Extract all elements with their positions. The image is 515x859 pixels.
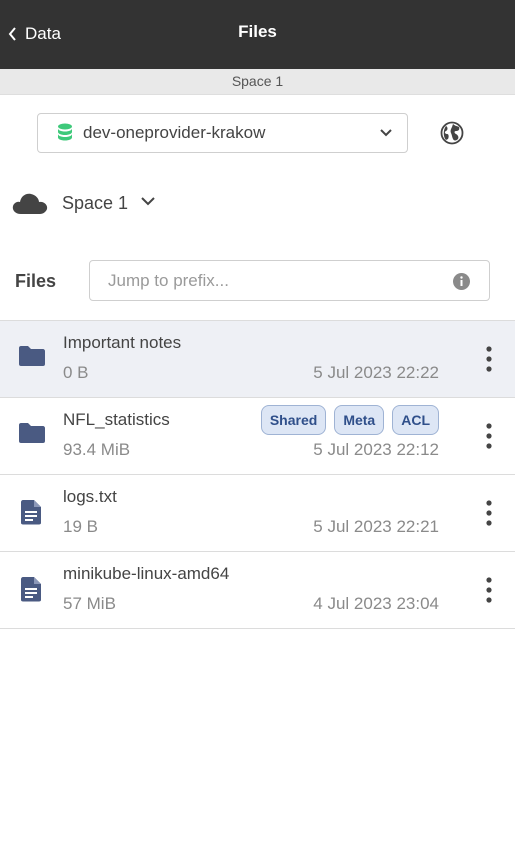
acl-tag[interactable]: ACL [392,405,439,435]
more-options-icon[interactable] [479,422,499,450]
file-name: Important notes [63,333,182,352]
file-tags: Shared Meta ACL [260,405,439,435]
file-row[interactable]: minikube-linux-amd64 57 MiB 4 Jul 2023 2… [0,551,515,629]
chevron-down-icon [379,126,393,140]
provider-label: dev-oneprovider-krakow [83,123,266,142]
meta-tag[interactable]: Meta [334,405,385,435]
top-bar: Data Files [0,0,515,69]
file-row[interactable]: logs.txt 19 B 5 Jul 2023 22:21 [0,474,515,551]
files-heading: Files [15,271,57,291]
file-size: 93.4 MiB [63,440,131,459]
file-name: minikube-linux-amd64 [63,564,230,583]
provider-select[interactable]: dev-oneprovider-krakow [37,113,408,153]
space-selector[interactable]: Space 1 [12,187,156,219]
file-row[interactable]: NFL_statistics Shared Meta ACL 93.4 MiB … [0,397,515,474]
file-name: NFL_statistics [63,410,170,429]
file-text-icon [19,499,45,525]
file-name: logs.txt [63,487,117,506]
file-text-icon [19,576,45,602]
shared-tag[interactable]: Shared [260,405,327,435]
more-options-icon[interactable] [479,499,499,527]
file-size: 19 B [63,517,98,536]
more-options-icon[interactable] [479,345,499,373]
folder-icon [19,422,45,444]
more-options-icon[interactable] [479,576,499,604]
info-icon[interactable] [453,273,470,290]
file-modified: 5 Jul 2023 22:21 [313,517,439,536]
space-selector-label: Space 1 [62,192,129,213]
file-modified: 5 Jul 2023 22:22 [313,363,439,382]
file-row[interactable]: Important notes 0 B 5 Jul 2023 22:22 [0,320,515,397]
file-size: 57 MiB [63,594,116,613]
jump-to-prefix-field [89,260,490,301]
page-title: Files [238,22,277,41]
file-modified: 4 Jul 2023 23:04 [313,594,439,613]
space-name-bar: Space 1 [0,69,515,95]
file-modified: 5 Jul 2023 22:12 [313,440,439,459]
file-list: Important notes 0 B 5 Jul 2023 22:22 NFL… [0,320,515,629]
jump-to-prefix-input[interactable] [108,271,438,291]
file-size: 0 B [63,363,89,382]
chevron-down-icon [140,194,156,213]
cloud-icon [12,191,48,215]
globe-icon[interactable] [440,121,464,145]
folder-icon [19,345,45,367]
database-icon [57,123,73,143]
